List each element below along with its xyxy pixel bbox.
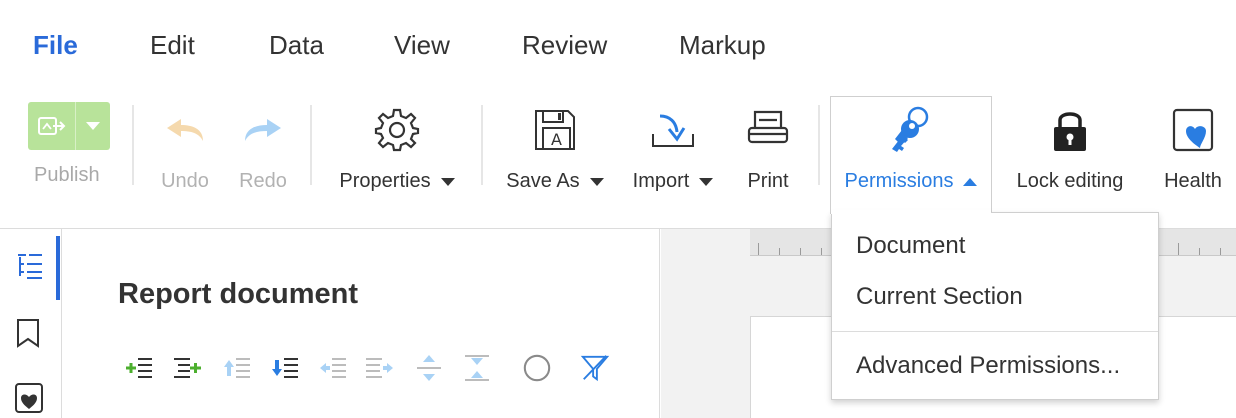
permissions-dropdown: Document Current Section Advanced Permis…	[831, 212, 1159, 400]
save-as-button[interactable]: A Save As	[506, 104, 604, 193]
permissions-menu-item-advanced[interactable]: Advanced Permissions...	[856, 351, 1120, 381]
properties-button[interactable]: Properties	[336, 104, 458, 193]
outline-tree-icon[interactable]	[14, 252, 44, 287]
print-button[interactable]: Print	[744, 104, 792, 193]
ruler-tick	[779, 248, 780, 255]
menu-edit[interactable]: Edit	[150, 28, 195, 62]
save-as-text: Save As	[506, 170, 580, 192]
chevron-down-icon	[86, 121, 100, 130]
redo-icon	[241, 104, 285, 156]
toolbar-divider	[481, 105, 483, 185]
menu-file[interactable]: File	[33, 28, 78, 62]
outdent-icon[interactable]	[318, 352, 348, 384]
menu-bar: File Edit Data View Review Markup	[0, 0, 1236, 90]
outline-panel	[62, 229, 660, 418]
add-sibling-section-icon[interactable]	[172, 352, 202, 384]
add-child-section-icon[interactable]	[124, 352, 154, 384]
health-icon	[1171, 104, 1215, 156]
import-icon	[650, 104, 696, 156]
ruler-tick	[1220, 248, 1221, 255]
menu-review[interactable]: Review	[522, 28, 607, 62]
permissions-menu-item-current-section[interactable]: Current Section	[856, 282, 1023, 312]
permissions-label: Permissions	[845, 170, 978, 193]
ruler-tick	[1178, 243, 1179, 255]
lock-editing-button[interactable]: Lock editing	[1014, 104, 1126, 193]
move-down-icon[interactable]	[270, 352, 300, 384]
save-as-label: Save As	[506, 170, 604, 193]
indent-icon[interactable]	[364, 352, 394, 384]
printer-icon	[746, 104, 790, 156]
redo-label: Redo	[239, 170, 287, 192]
caret-down-icon	[699, 177, 714, 186]
menu-data[interactable]: Data	[269, 28, 324, 62]
publish-button[interactable]	[28, 102, 110, 150]
bookmark-icon[interactable]	[14, 318, 42, 353]
properties-label: Properties	[339, 170, 455, 193]
collapse-all-icon[interactable]	[462, 352, 492, 384]
menu-view[interactable]: View	[394, 28, 450, 62]
toolbar-divider	[132, 105, 134, 185]
import-text: Import	[632, 170, 690, 192]
lock-editing-label: Lock editing	[1016, 170, 1124, 192]
properties-text: Properties	[339, 170, 431, 192]
undo-label: Undo	[161, 170, 209, 192]
publish-dropdown-toggle[interactable]	[76, 102, 110, 150]
keys-icon	[889, 104, 933, 156]
publish-label: Publish	[34, 164, 100, 186]
undo-button[interactable]: Undo	[158, 104, 212, 193]
health-label: Health	[1164, 170, 1222, 192]
ruler-tick	[1199, 248, 1200, 255]
import-label: Import	[633, 170, 714, 193]
menu-markup[interactable]: Markup	[679, 28, 766, 62]
ruler-tick	[821, 248, 822, 255]
filter-icon[interactable]	[580, 352, 610, 384]
print-label: Print	[747, 170, 789, 192]
toolbar-divider	[818, 105, 820, 185]
caret-up-icon	[963, 177, 978, 186]
toolbar-divider	[310, 105, 312, 185]
redo-button[interactable]: Redo	[236, 104, 290, 193]
svg-text:A: A	[551, 130, 562, 149]
dropdown-divider	[832, 331, 1158, 332]
gear-icon	[374, 104, 420, 156]
health-side-icon[interactable]	[14, 382, 44, 418]
permissions-menu-item-document[interactable]: Document	[856, 231, 965, 261]
lock-icon	[1050, 104, 1090, 156]
ruler-tick	[800, 248, 801, 255]
ruler-tick	[758, 243, 759, 255]
dropdown-tab-join	[831, 210, 991, 214]
publish-icon	[37, 117, 65, 135]
circle-icon[interactable]	[522, 352, 552, 384]
permissions-button[interactable]: Permissions	[844, 104, 978, 193]
import-button[interactable]: Import	[630, 104, 716, 193]
expand-all-icon[interactable]	[414, 352, 444, 384]
save-as-icon: A	[533, 104, 577, 156]
undo-icon	[163, 104, 207, 156]
caret-down-icon	[589, 177, 604, 186]
sidebar-active-indicator	[56, 236, 60, 300]
caret-down-icon	[440, 177, 455, 186]
toolbar: Publish Undo Redo Properties A Save As I…	[0, 90, 1236, 228]
panel-title: Report document	[118, 278, 359, 310]
health-button[interactable]: Health	[1162, 104, 1224, 193]
move-up-icon[interactable]	[222, 352, 252, 384]
publish-main-area[interactable]	[28, 102, 75, 150]
permissions-text: Permissions	[844, 170, 954, 192]
